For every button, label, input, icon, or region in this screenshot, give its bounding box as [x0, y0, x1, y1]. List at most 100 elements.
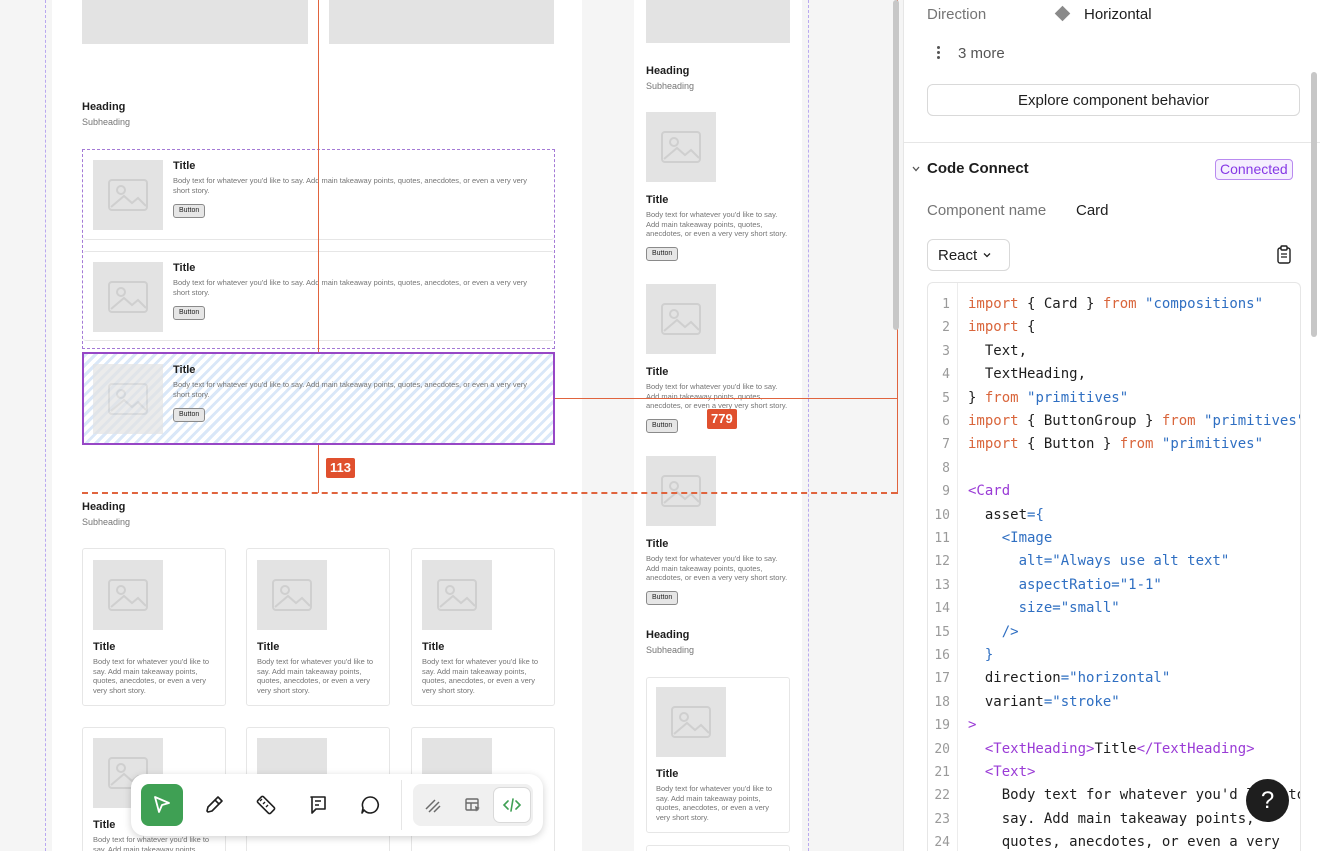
- code-text: aspectRatio="1-1": [968, 574, 1162, 597]
- component-name-label: Component name: [927, 202, 1047, 219]
- canvas-scrollbar[interactable]: [893, 0, 899, 330]
- measure-tool-button[interactable]: [245, 784, 287, 826]
- chevron-down-icon: [983, 253, 991, 258]
- card-image-placeholder: [646, 284, 716, 354]
- more-properties-link[interactable]: 3 more: [958, 45, 1005, 62]
- measure-width-badge: 779: [707, 409, 737, 429]
- image-placeholder[interactable]: [646, 0, 790, 43]
- code-line: 17 direction="horizontal": [928, 667, 1300, 690]
- card-body: Body text for whatever you'd like to say…: [173, 176, 527, 195]
- code-token: from: [1102, 296, 1137, 312]
- comment-tool-button[interactable]: [349, 784, 391, 826]
- card-body: Body text for whatever you'd like to say…: [646, 554, 788, 582]
- image-placeholder[interactable]: [82, 0, 308, 44]
- line-number: 2: [942, 320, 950, 336]
- move-tool-button[interactable]: [141, 784, 183, 826]
- explore-component-button[interactable]: Explore component behavior: [927, 84, 1300, 116]
- image-icon: [108, 281, 148, 313]
- code-text: import { Card } from "compositions": [968, 293, 1263, 316]
- component-name-value: Card: [1076, 202, 1109, 219]
- image-icon: [108, 383, 148, 415]
- line-number: 8: [942, 460, 950, 476]
- card-image-placeholder: [93, 262, 163, 332]
- code-line: 11 <Image: [928, 527, 1300, 550]
- code-token: }: [968, 389, 985, 406]
- code-text: }: [968, 644, 993, 667]
- code-line: 3 Text,: [928, 340, 1300, 363]
- code-token: "primitives": [1161, 436, 1264, 453]
- code-line: 18 variant="stroke": [928, 691, 1300, 714]
- dev-mode-button[interactable]: [494, 788, 530, 822]
- annotate-tool-button[interactable]: [297, 784, 339, 826]
- framework-select[interactable]: React: [927, 239, 1010, 271]
- design-mode-button[interactable]: [455, 788, 491, 822]
- code-token: />: [968, 623, 1019, 640]
- draw-mode-button[interactable]: [415, 788, 451, 822]
- code-line: 6 import { ButtonGroup } from "primitives…: [928, 410, 1300, 433]
- section-subheading: Subheading: [646, 81, 695, 91]
- line-number: 13: [934, 577, 950, 593]
- chevron-down-icon[interactable]: [912, 165, 920, 173]
- panel-scrollbar[interactable]: [1311, 72, 1317, 337]
- card-title: Title: [173, 262, 196, 274]
- card-button[interactable]: Button: [646, 247, 679, 261]
- code-token: ={: [1027, 506, 1044, 523]
- cursor-icon: [154, 796, 170, 813]
- card-button[interactable]: Button: [646, 591, 679, 605]
- design-canvas[interactable]: Heading Subheading Title Body text for w…: [0, 0, 903, 851]
- code-text: import { Button } from "primitives": [968, 433, 1263, 456]
- code-token: direction: [968, 670, 1061, 687]
- section-subheading: Subheading: [646, 645, 695, 655]
- pen-tool-button[interactable]: [193, 784, 235, 826]
- card-button[interactable]: Button: [173, 408, 206, 422]
- code-token: from: [1119, 436, 1154, 453]
- code-line: 13 aspectRatio="1-1": [928, 574, 1300, 597]
- code-token: alt="Always use alt text": [968, 553, 1230, 570]
- grid-card[interactable]: [646, 845, 790, 851]
- card-title: Title: [93, 641, 116, 653]
- card-body: Body text for whatever you'd like to say…: [422, 657, 539, 695]
- line-number: 1: [942, 297, 950, 312]
- line-number: 11: [934, 531, 950, 546]
- code-token: ="horizontal": [1060, 670, 1171, 687]
- connected-badge: Connected: [1215, 159, 1293, 180]
- card-button[interactable]: Button: [173, 204, 206, 218]
- eyedropper-icon: [206, 796, 223, 813]
- card-image-placeholder: [422, 560, 492, 630]
- card-title: Title: [656, 768, 679, 780]
- code-token: import: [968, 436, 1019, 453]
- card-button[interactable]: Button: [173, 306, 206, 320]
- comment-icon: [361, 796, 379, 814]
- code-token: import: [968, 413, 1019, 429]
- code-token: quotes, anecdotes, or even a very: [968, 834, 1280, 851]
- code-snippet[interactable]: 1 import { Card } from "compositions" 2 imp…: [927, 282, 1301, 851]
- frame-guide-left: [45, 0, 46, 851]
- code-line: 5} from "primitives": [928, 387, 1300, 410]
- code-line: 7 import { Button } from "primitives": [928, 433, 1300, 456]
- card-button[interactable]: Button: [646, 419, 679, 433]
- section-subheading: Subheading: [82, 517, 131, 527]
- code-line: 21 <Text>: [928, 761, 1300, 784]
- code-text: say. Add main takeaway points,: [968, 808, 1255, 831]
- code-token: { Card }: [1018, 296, 1103, 312]
- image-placeholder[interactable]: [329, 0, 554, 44]
- code-text: asset={: [968, 504, 1044, 527]
- direction-value[interactable]: Horizontal: [1084, 6, 1152, 23]
- card-title: Title: [93, 819, 116, 831]
- line-number: 18: [934, 694, 950, 710]
- card-body: Body text for whatever you'd like to say…: [173, 278, 527, 297]
- card-title: Title: [173, 364, 196, 376]
- code-text: size="small": [968, 597, 1120, 620]
- help-button[interactable]: ?: [1246, 779, 1289, 822]
- annotation-icon: [310, 796, 326, 814]
- copy-clipboard-icon[interactable]: [1276, 245, 1292, 264]
- image-icon: [671, 706, 711, 738]
- line-number: 4: [942, 367, 950, 383]
- code-token: import: [968, 296, 1019, 312]
- code-line: 22 Body text for whatever you'd like to: [928, 784, 1300, 807]
- line-number: 19: [934, 718, 950, 734]
- variant-diamond-icon: [1054, 5, 1071, 22]
- code-token: <Image: [968, 530, 1053, 546]
